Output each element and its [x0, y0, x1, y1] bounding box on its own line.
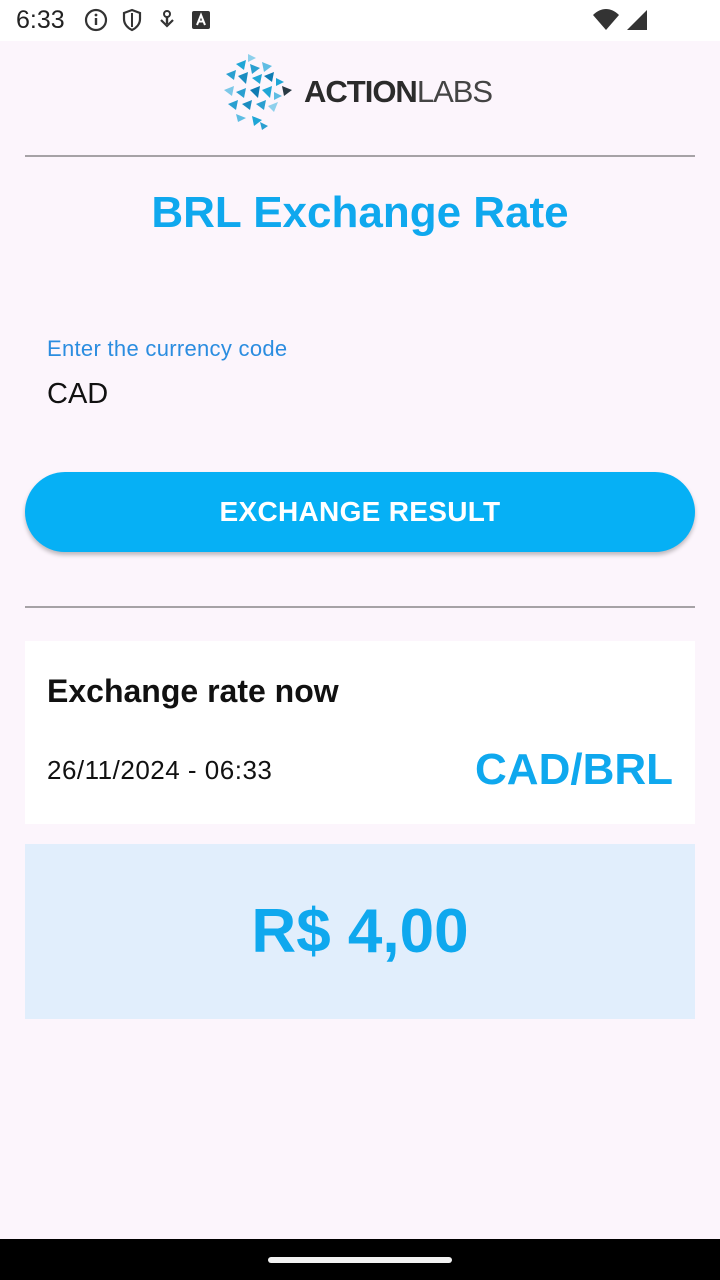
currency-pair: CAD/BRL	[475, 745, 673, 794]
result-box: R$ 4,00	[25, 844, 695, 1019]
top-divider	[25, 155, 695, 157]
logo-text-bold: ACTION	[304, 74, 418, 109]
shield-icon	[122, 8, 142, 32]
home-gesture-handle[interactable]	[268, 1257, 452, 1263]
result-value: R$ 4,00	[251, 897, 469, 966]
currency-code-label: Enter the currency code	[47, 336, 288, 361]
download-icon	[160, 10, 174, 28]
wifi-icon	[593, 9, 619, 30]
page-title: BRL Exchange Rate	[151, 188, 569, 237]
app-screen: 6:33 ACTIONLABS BRL Exchange Rate Enter …	[0, 0, 720, 1280]
keyboard-icon	[192, 11, 210, 29]
card-datetime: 26/11/2024 - 06:33	[47, 755, 273, 785]
card-title: Exchange rate now	[47, 673, 339, 709]
info-icon	[84, 8, 108, 32]
status-time: 6:33	[16, 6, 65, 34]
logo-text-light: LABS	[416, 74, 493, 109]
action-labs-logo: ACTIONLABS	[222, 52, 502, 132]
status-icons-right	[592, 8, 648, 32]
logo-text: ACTIONLABS	[304, 74, 493, 110]
currency-code-input[interactable]	[47, 374, 667, 414]
signal-icon	[627, 10, 647, 30]
status-icons-left	[84, 8, 212, 32]
exchange-result-button[interactable]: EXCHANGE RESULT	[25, 472, 695, 552]
exchange-rate-card: Exchange rate now 26/11/2024 - 06:33 CAD…	[25, 641, 695, 824]
status-bar: 6:33	[0, 0, 720, 41]
logo-mark-icon	[224, 54, 292, 130]
navigation-bar	[0, 1239, 720, 1280]
middle-divider	[25, 606, 695, 608]
